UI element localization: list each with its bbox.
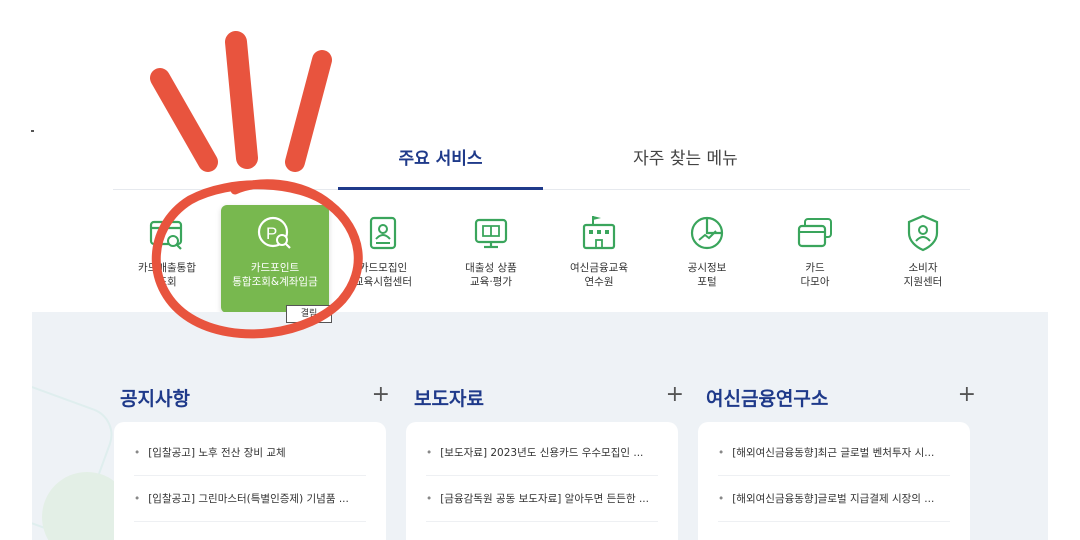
more-plus-button[interactable]: + bbox=[666, 382, 684, 407]
service-label: 카드매출통합 조회 bbox=[138, 262, 196, 288]
column-header-notices: 공지사항 + bbox=[120, 382, 390, 410]
tab-main-services[interactable]: 주요 서비스 bbox=[338, 140, 543, 190]
list-item[interactable]: [금융감독원 공동 보도자료] 알아두면 든든한 ... bbox=[426, 476, 658, 522]
more-plus-button[interactable]: + bbox=[372, 382, 390, 407]
stray-mark bbox=[31, 130, 34, 132]
service-label: 카드포인트 통합조회&계좌입금 bbox=[232, 262, 318, 288]
service-card-loan-education[interactable]: 대출성 상품 교육·평가 bbox=[437, 205, 545, 289]
list-item[interactable]: [보도자료] 2023년도 신용카드 우수모집인 ... bbox=[426, 430, 658, 476]
research-card: [해외여신금융동향]최근 글로벌 벤처투자 시... [해외여신금융동향]글로벌… bbox=[698, 422, 970, 540]
service-label: 카드모집인 교육시험센터 bbox=[354, 262, 412, 288]
column-header-press: 보도자료 + bbox=[414, 382, 684, 410]
service-label: 대출성 상품 교육·평가 bbox=[465, 262, 517, 288]
more-plus-button[interactable]: + bbox=[958, 382, 976, 407]
service-card-card-damoa[interactable]: 카드 다모아 bbox=[761, 205, 869, 289]
svg-text:P: P bbox=[266, 224, 277, 243]
list-item[interactable]: [해외여신금융동향]최근 글로벌 벤처투자 시... bbox=[718, 430, 950, 476]
service-label: 소비자 지원센터 bbox=[903, 262, 943, 288]
shield-user-icon bbox=[907, 214, 939, 252]
list-item[interactable]: [입찰공고] 노후 전산 장비 교체 bbox=[134, 430, 366, 476]
service-label: 여신금융교육 연수원 bbox=[570, 262, 628, 288]
service-card-recruiter-exam[interactable]: 카드모집인 교육시험센터 bbox=[329, 205, 437, 289]
list-item[interactable]: [해외여신금융동향]글로벌 지급결제 시장의 ... bbox=[718, 476, 950, 522]
column-title: 보도자료 bbox=[414, 388, 484, 410]
column-title: 공지사항 bbox=[120, 388, 190, 410]
active-service-badge: 결림 bbox=[286, 305, 332, 323]
school-building-icon bbox=[582, 216, 616, 250]
monitor-book-icon bbox=[474, 218, 508, 249]
service-card-consumer-support[interactable]: 소비자 지원센터 bbox=[869, 205, 977, 289]
service-card-sales-inquiry[interactable]: 카드매출통합 조회 bbox=[113, 205, 221, 289]
pie-chart-icon bbox=[690, 216, 724, 250]
column-header-research: 여신금융연구소 + bbox=[706, 382, 976, 410]
service-tab-bar: 주요 서비스 자주 찾는 메뉴 bbox=[113, 140, 970, 190]
point-search-icon: P bbox=[257, 216, 291, 249]
service-card-training-institute[interactable]: 여신금융교육 연수원 bbox=[545, 205, 653, 289]
service-label: 공시정보 포털 bbox=[687, 262, 727, 288]
tab-frequent-menu[interactable]: 자주 찾는 메뉴 bbox=[583, 140, 788, 190]
recruiter-icon bbox=[369, 216, 397, 250]
notices-card: [입찰공고] 노후 전산 장비 교체 [입찰공고] 그린마스터(특별인증제) 기… bbox=[114, 422, 386, 540]
column-title: 여신금융연구소 bbox=[706, 388, 829, 410]
press-card: [보도자료] 2023년도 신용카드 우수모집인 ... [금융감독원 공동 보… bbox=[406, 422, 678, 540]
service-icon-grid: 카드매출통합 조회 P 카드포인트 통합조회&계좌입금 카드모집인 교육시험센터 대출… bbox=[113, 205, 970, 315]
service-card-point-inquiry[interactable]: P 카드포인트 통합조회&계좌입금 bbox=[221, 205, 329, 313]
service-card-disclosure-portal[interactable]: 공시정보 포털 bbox=[653, 205, 761, 289]
list-item[interactable]: [입찰공고] 그린마스터(특별인증제) 기념품 ... bbox=[134, 476, 366, 522]
cards-icon bbox=[797, 218, 832, 248]
notice-section: 공지사항 + 보도자료 + 여신금융연구소 + [입찰공고] 노후 전산 장비 … bbox=[32, 312, 1048, 540]
service-label: 카드 다모아 bbox=[800, 262, 830, 288]
card-search-icon bbox=[149, 220, 183, 250]
